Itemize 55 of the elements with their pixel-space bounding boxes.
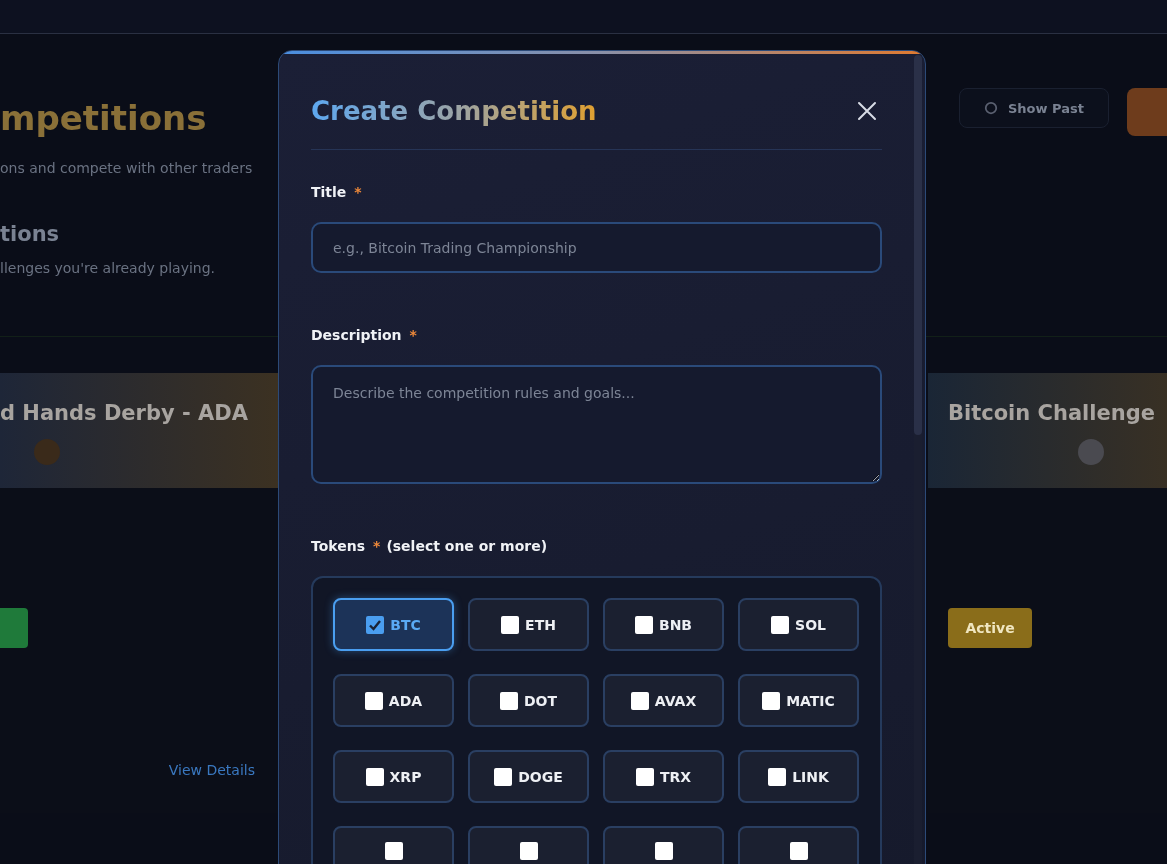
token-option[interactable]: ETH	[468, 598, 589, 651]
checkbox[interactable]	[364, 691, 383, 710]
token-option[interactable]: BTC	[333, 598, 454, 651]
token-option[interactable]: SOL	[738, 598, 859, 651]
token-option[interactable]	[603, 826, 724, 864]
description-input[interactable]: Describe the competition rules and goals...	[311, 365, 882, 484]
title-input[interactable]: e.g., Bitcoin Trading Championship	[311, 222, 882, 273]
checkbox[interactable]	[771, 615, 790, 634]
checkbox[interactable]	[789, 842, 808, 860]
checkbox[interactable]	[494, 767, 513, 786]
checkbox[interactable]	[654, 842, 673, 860]
field-label: Title	[311, 184, 347, 200]
checkbox[interactable]	[762, 691, 781, 710]
checkbox[interactable]	[366, 615, 385, 634]
token-option[interactable]: XRP	[333, 750, 454, 803]
token-option[interactable]	[738, 826, 859, 864]
field-label: Description	[311, 327, 402, 343]
section-subtitle: llenges you're already playing.	[0, 260, 217, 276]
page-heading: mpetitions	[0, 98, 208, 138]
checkbox[interactable]	[635, 767, 654, 786]
card-title: d Hands Derby - ADA	[0, 401, 249, 425]
avatar	[34, 439, 60, 465]
token-option[interactable]	[333, 826, 454, 864]
token-option[interactable]	[468, 826, 589, 864]
required-mark: *	[354, 184, 362, 200]
field-hint: (select one or more)	[386, 538, 548, 554]
close-button[interactable]	[857, 101, 877, 121]
token-option[interactable]: AVAX	[603, 674, 724, 727]
token-option[interactable]: DOGE	[468, 750, 589, 803]
close-icon	[857, 101, 877, 121]
checkbox[interactable]	[365, 767, 384, 786]
checkbox[interactable]	[499, 691, 518, 710]
checkbox[interactable]	[519, 842, 538, 860]
page-subtitle: ons and compete with other traders	[0, 160, 253, 176]
avatar	[1078, 439, 1104, 465]
field-label: Tokens	[311, 538, 366, 554]
required-mark: *	[409, 327, 417, 343]
token-option[interactable]: BNB	[603, 598, 724, 651]
checkbox[interactable]	[634, 615, 653, 634]
checkbox[interactable]	[384, 842, 403, 860]
token-option[interactable]: DOT	[468, 674, 589, 727]
section-heading: tions	[0, 222, 61, 246]
checkbox[interactable]	[768, 767, 787, 786]
status-badge: Active	[948, 608, 1032, 648]
view-details-link[interactable]: View Details	[168, 762, 255, 778]
card-title: Bitcoin Challenge	[948, 401, 1156, 425]
checkbox[interactable]	[501, 615, 520, 634]
scrollbar[interactable]	[914, 55, 922, 864]
show-past-button[interactable]: Show Past	[959, 88, 1109, 128]
token-option[interactable]: ADA	[333, 674, 454, 727]
required-mark: *	[373, 538, 381, 554]
checkbox[interactable]	[630, 691, 649, 710]
token-option[interactable]: TRX	[603, 750, 724, 803]
token-option[interactable]: MATIC	[738, 674, 859, 727]
token-option[interactable]: LINK	[738, 750, 859, 803]
